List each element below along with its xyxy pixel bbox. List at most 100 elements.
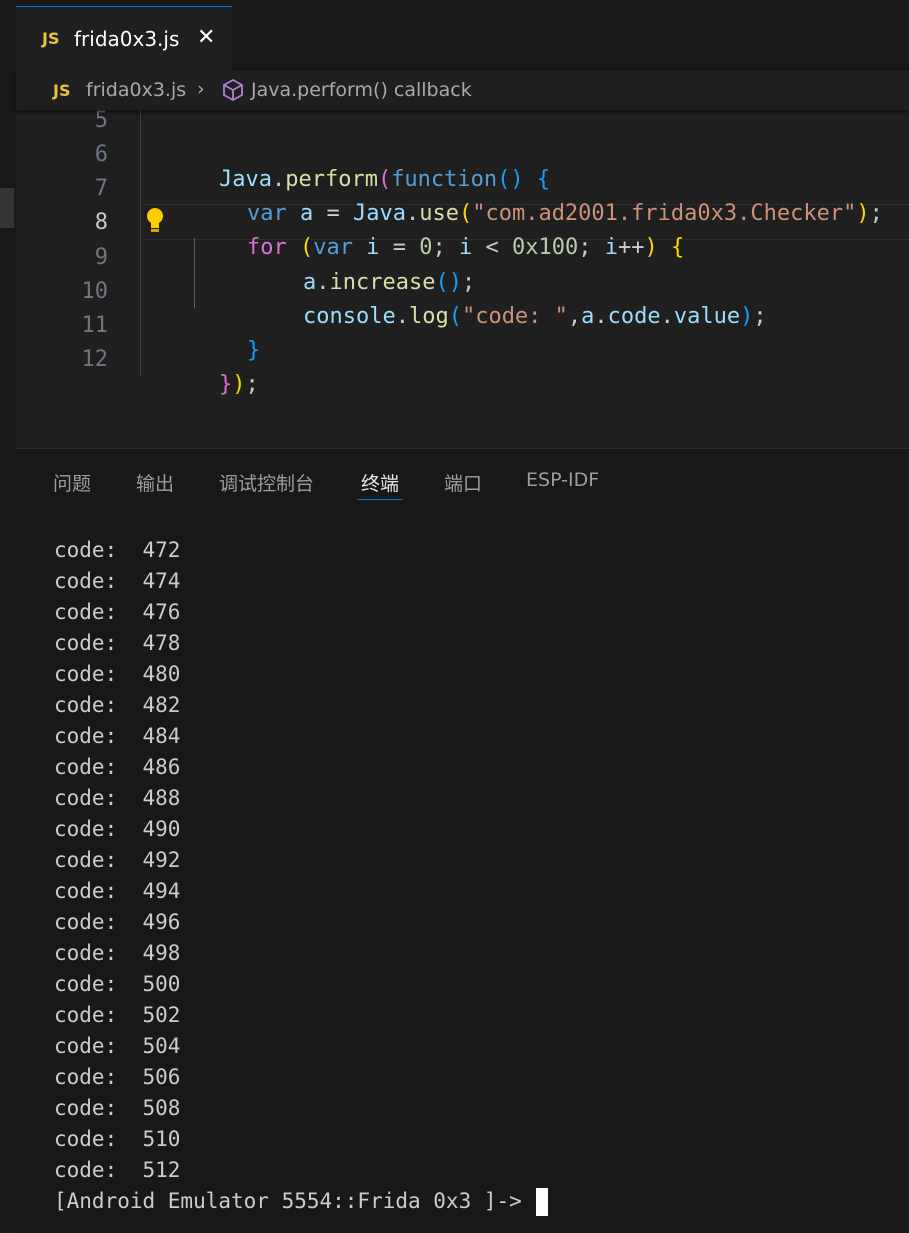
terminal-prompt-line: [Android Emulator 5554::Frida 0x3 ]-> bbox=[54, 1186, 549, 1217]
terminal-line-value: 476 bbox=[129, 600, 181, 624]
editor-tab-bar: JS frida0x3.js ✕ bbox=[16, 0, 909, 71]
terminal-line-label: code: bbox=[54, 538, 130, 562]
tab-esp-idf[interactable]: ESP-IDF bbox=[526, 469, 599, 491]
terminal-line-value: 482 bbox=[129, 693, 181, 717]
terminal-line-value: 474 bbox=[129, 569, 181, 593]
terminal-line: code: 486 bbox=[54, 752, 548, 783]
js-file-icon: JS bbox=[53, 81, 71, 100]
terminal-line: code: 484 bbox=[54, 721, 548, 752]
tab-filename: frida0x3.js bbox=[74, 27, 180, 51]
terminal-line: code: 500 bbox=[54, 969, 548, 1000]
terminal-line-value: 480 bbox=[129, 662, 181, 686]
terminal-line-label: code: bbox=[54, 941, 130, 965]
terminal-line: code: 492 bbox=[54, 845, 548, 876]
terminal-line-value: 504 bbox=[129, 1034, 181, 1058]
line-number-active: 8 bbox=[94, 210, 108, 235]
terminal-line-label: code: bbox=[54, 786, 130, 810]
terminal-line: code: 512 bbox=[54, 1155, 548, 1186]
terminal-line-label: code: bbox=[54, 1003, 130, 1027]
terminal-line: code: 504 bbox=[54, 1031, 548, 1062]
tab-terminal[interactable]: 终端 bbox=[361, 469, 399, 496]
terminal-line-label: code: bbox=[54, 662, 130, 686]
terminal-line-label: code: bbox=[54, 755, 130, 779]
terminal-line: code: 490 bbox=[54, 814, 548, 845]
activity-bar-strip bbox=[0, 0, 16, 1232]
chevron-right-icon: › bbox=[197, 78, 205, 100]
breadcrumb: JS frida0x3.js › Java.perform() callback bbox=[16, 70, 909, 110]
terminal-line-label: code: bbox=[54, 972, 130, 996]
terminal-line-label: code: bbox=[54, 1034, 130, 1058]
terminal-line: code: 498 bbox=[54, 938, 548, 969]
terminal-line-label: code: bbox=[54, 1127, 130, 1151]
terminal-line-value: 508 bbox=[129, 1096, 181, 1120]
terminal-line: code: 496 bbox=[54, 907, 548, 938]
method-cube-icon bbox=[221, 78, 245, 106]
terminal-line-value: 494 bbox=[129, 879, 181, 903]
code-line-12: }); bbox=[218, 372, 259, 397]
bottom-panel: 问题 输出 调试控制台 终端 端口 ESP-IDF code: 472 code:… bbox=[16, 448, 909, 1233]
terminal-line-value: 490 bbox=[129, 817, 181, 841]
line-number: 5 bbox=[94, 108, 108, 133]
breadcrumb-symbol[interactable]: Java.perform() callback bbox=[251, 79, 472, 101]
line-number-gutter: 5 6 7 8 9 10 11 12 bbox=[16, 108, 128, 380]
line-number: 7 bbox=[94, 176, 108, 201]
terminal-line: code: 474 bbox=[54, 566, 548, 597]
scroll-marker bbox=[0, 188, 14, 228]
tab-output[interactable]: 输出 bbox=[136, 469, 174, 496]
terminal-line-value: 472 bbox=[129, 538, 181, 562]
terminal-line-value: 478 bbox=[129, 631, 181, 655]
terminal-line-label: code: bbox=[54, 1096, 130, 1120]
lightbulb-icon[interactable] bbox=[144, 206, 166, 238]
terminal-line: code: 488 bbox=[54, 783, 548, 814]
terminal-line-value: 502 bbox=[129, 1003, 181, 1027]
terminal-line-label: code: bbox=[54, 631, 130, 655]
terminal-line: code: 482 bbox=[54, 690, 548, 721]
terminal-line-value: 486 bbox=[129, 755, 181, 779]
terminal-line-label: code: bbox=[54, 848, 130, 872]
terminal-line-label: code: bbox=[54, 879, 130, 903]
terminal-line: code: 508 bbox=[54, 1093, 548, 1124]
terminal-cursor bbox=[536, 1188, 549, 1216]
line-number: 6 bbox=[94, 142, 108, 167]
terminal-line-value: 510 bbox=[129, 1127, 181, 1151]
terminal-line-label: code: bbox=[54, 910, 130, 934]
terminal-line-value: 484 bbox=[129, 724, 181, 748]
terminal-prompt: [Android Emulator 5554::Frida 0x3 ]-> bbox=[54, 1189, 535, 1213]
line-number: 12 bbox=[81, 347, 109, 372]
terminal-line: code: 476 bbox=[54, 597, 548, 628]
line-number: 10 bbox=[81, 279, 109, 304]
terminal-line-label: code: bbox=[54, 1065, 130, 1089]
line-number: 9 bbox=[94, 245, 108, 270]
js-file-icon: JS bbox=[42, 29, 60, 48]
terminal-line-label: code: bbox=[54, 693, 130, 717]
terminal-line: code: 480 bbox=[54, 659, 548, 690]
code-line-10: console.log("code: ",a.code.value); bbox=[302, 304, 767, 329]
terminal-line-value: 496 bbox=[129, 910, 181, 934]
code-editor[interactable]: 5 6 7 8 9 10 11 12 Java.perform(function… bbox=[16, 108, 909, 448]
terminal-line: code: 510 bbox=[54, 1124, 548, 1155]
tab-ports[interactable]: 端口 bbox=[444, 469, 482, 496]
terminal-line: code: 502 bbox=[54, 1000, 548, 1031]
terminal-line: code: 506 bbox=[54, 1062, 548, 1093]
indent-guide bbox=[140, 110, 141, 376]
terminal-line-label: code: bbox=[54, 600, 130, 624]
terminal-line-label: code: bbox=[54, 569, 130, 593]
terminal-line-value: 500 bbox=[129, 972, 181, 996]
terminal-line-label: code: bbox=[54, 724, 130, 748]
terminal-line-value: 492 bbox=[129, 848, 181, 872]
tab-debug-console[interactable]: 调试控制台 bbox=[219, 469, 314, 496]
line-number: 11 bbox=[81, 313, 109, 338]
terminal-line-value: 488 bbox=[129, 786, 181, 810]
terminal-output[interactable]: code: 472 code: 474 code: 476 code: 478 code… bbox=[54, 535, 549, 1217]
tab-frida0x3-js[interactable]: JS frida0x3.js ✕ bbox=[16, 6, 232, 71]
breadcrumb-file[interactable]: frida0x3.js bbox=[86, 79, 186, 101]
terminal-line: code: 478 bbox=[54, 628, 548, 659]
terminal-line-value: 506 bbox=[129, 1065, 181, 1089]
active-tab-indicator bbox=[357, 499, 403, 500]
terminal-line: code: 472 bbox=[54, 535, 548, 566]
terminal-line-value: 512 bbox=[129, 1158, 181, 1182]
tab-problems[interactable]: 问题 bbox=[53, 469, 91, 496]
close-icon[interactable]: ✕ bbox=[197, 25, 215, 50]
terminal-line-value: 498 bbox=[129, 941, 181, 965]
terminal-line-label: code: bbox=[54, 1158, 130, 1182]
